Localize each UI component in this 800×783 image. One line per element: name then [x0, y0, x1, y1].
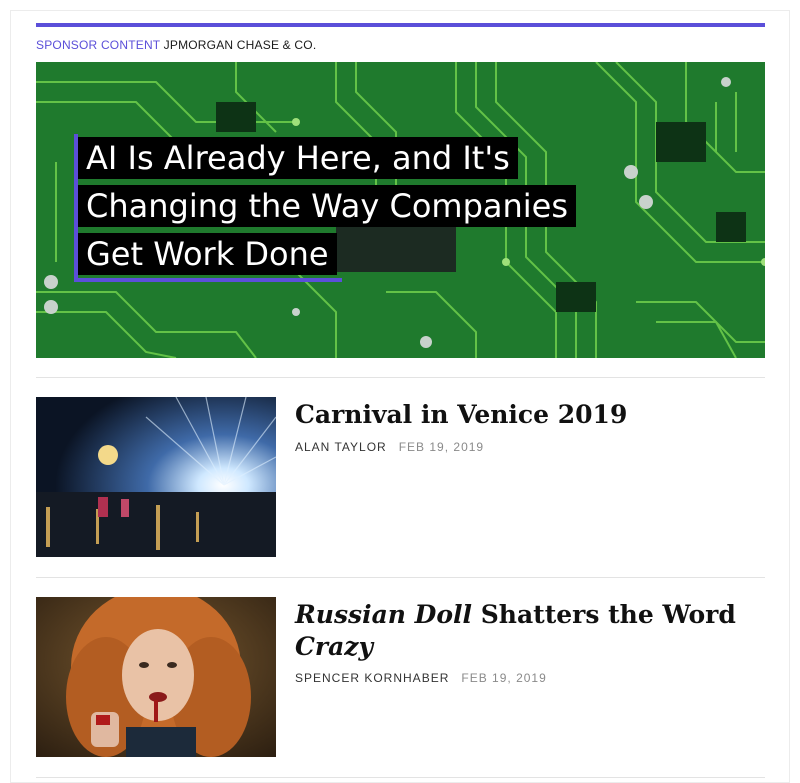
article-title-text[interactable]: Shatters the Word: [472, 600, 736, 629]
author-name[interactable]: ALAN TAYLOR: [295, 440, 387, 454]
sponsor-line: SPONSOR CONTENT JPMORGAN CHASE & CO.: [36, 38, 316, 52]
hero-title-underline: [74, 278, 342, 282]
article-thumbnail[interactable]: [36, 597, 276, 757]
sponsor-name[interactable]: JPMORGAN CHASE & CO.: [164, 38, 317, 52]
accent-bar: [36, 23, 765, 27]
article-item-carnival[interactable]: Carnival in Venice 2019 ALAN TAYLOR FEB 1…: [36, 397, 765, 557]
russian-doll-image: [36, 597, 276, 757]
divider: [36, 377, 765, 378]
hero-title[interactable]: AI Is Already Here, and It's Changing th…: [78, 137, 577, 275]
author-name[interactable]: SPENCER KORNHABER: [295, 671, 449, 685]
byline: SPENCER KORNHABER FEB 19, 2019: [295, 671, 547, 685]
venice-carnival-image: [36, 397, 276, 557]
article-title-italic[interactable]: Crazy: [295, 632, 373, 661]
hero-card[interactable]: AI Is Already Here, and It's Changing th…: [36, 62, 765, 358]
hero-title-block: AI Is Already Here, and It's Changing th…: [74, 134, 634, 278]
publish-date: FEB 19, 2019: [461, 671, 547, 685]
article-title[interactable]: Russian Doll Shatters the Word Crazy: [295, 599, 755, 663]
divider: [36, 577, 765, 578]
sponsor-tag: SPONSOR CONTENT: [36, 38, 161, 52]
article-item-russian-doll[interactable]: Russian Doll Shatters the Word Crazy SPE…: [36, 597, 765, 757]
article-title-text[interactable]: Carnival in Venice 2019: [295, 400, 627, 429]
publish-date: FEB 19, 2019: [398, 440, 485, 454]
byline: ALAN TAYLOR FEB 19, 2019: [295, 440, 484, 454]
article-title-italic[interactable]: Russian Doll: [295, 600, 472, 629]
article-thumbnail[interactable]: [36, 397, 276, 557]
divider: [36, 777, 765, 778]
article-title[interactable]: Carnival in Venice 2019: [295, 399, 755, 431]
